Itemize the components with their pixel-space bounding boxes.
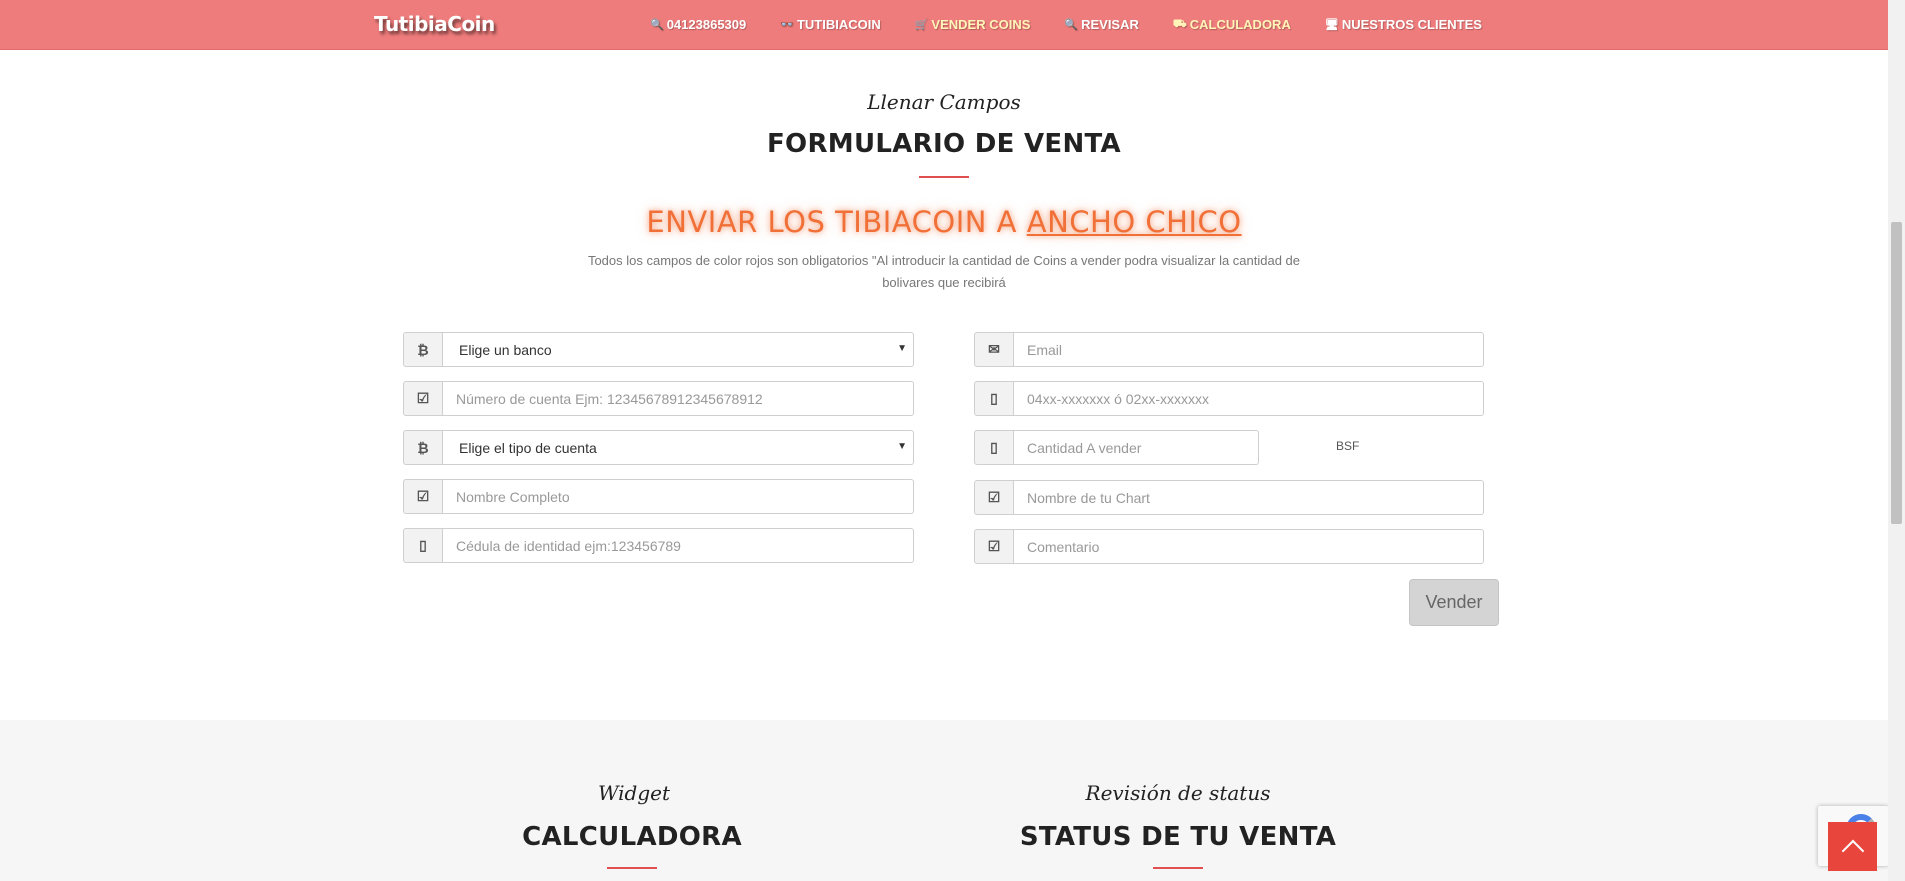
cart-icon: 🛒: [914, 19, 929, 31]
bank-select[interactable]: Elige un banco ▼: [443, 332, 914, 367]
nav-link-revisar[interactable]: 🔍 REVISAR: [1064, 17, 1139, 32]
edit-icon: ☑: [974, 480, 1014, 515]
nav-link-label: REVISAR: [1081, 17, 1139, 32]
chevron-up-icon: [1841, 839, 1864, 862]
bitcoin-icon: ₿: [403, 332, 443, 367]
status-script-title: Revisión de status: [1085, 781, 1271, 805]
full-name-group: ☑: [403, 479, 914, 514]
status-divider: [1153, 867, 1203, 869]
email-input[interactable]: [1014, 332, 1484, 367]
status-title: STATUS DE TU VENTA: [1019, 822, 1337, 852]
account-type-select-value: Elige el tipo de cuenta: [459, 439, 597, 456]
edit-icon: ☑: [403, 479, 443, 514]
phone-input[interactable]: [1014, 381, 1484, 416]
bitcoin-icon: ₿: [403, 430, 443, 465]
nav-link-calculadora[interactable]: ⛟ CALCULADORA: [1173, 17, 1291, 32]
amount-input[interactable]: [1014, 430, 1259, 465]
nav-links: 🔍 04123865309 👓 TUTIBIACOIN 🛒 VENDER COI…: [650, 17, 1516, 32]
widget-script-title: Widget: [597, 781, 671, 805]
nav-link-phone[interactable]: 🔍 04123865309: [650, 17, 746, 32]
search-icon: 🔍: [1064, 19, 1079, 31]
id-number-group: ▯: [403, 528, 914, 563]
bank-select-value: Elige un banco: [459, 341, 552, 358]
send-heading-prefix: ENVIAR LOS TIBIACOIN A: [646, 205, 1027, 239]
search-icon: 🔍: [650, 19, 664, 31]
comment-input[interactable]: [1014, 529, 1484, 564]
id-number-input[interactable]: [443, 528, 914, 563]
nav-link-label: 04123865309: [666, 17, 747, 32]
account-number-input[interactable]: [443, 381, 914, 416]
nav-link-vender-coins[interactable]: 🛒 VENDER COINS: [915, 17, 1031, 32]
nav-link-label: CALCULADORA: [1189, 17, 1291, 32]
bank-select-group: ₿ Elige un banco ▼: [403, 332, 914, 367]
currency-unit-label: BSF: [1336, 439, 1360, 453]
nav-link-tutibiacoin[interactable]: 👓 TUTIBIACOIN: [780, 17, 880, 32]
edit-icon: ☑: [974, 529, 1014, 564]
form-script-title: Llenar Campos: [867, 90, 1021, 114]
desktop-icon: 🖥: [1324, 19, 1339, 31]
phone-icon: ▯: [974, 430, 1014, 465]
title-divider: [919, 176, 969, 178]
full-name-input[interactable]: [443, 479, 914, 514]
chevron-down-icon: ▼: [897, 441, 907, 452]
calculator-title: CALCULADORA: [522, 822, 742, 852]
envelope-icon: ✉: [974, 332, 1014, 367]
account-number-group: ☑: [403, 381, 914, 416]
scrollbar-thumb[interactable]: [1891, 222, 1902, 524]
amount-group: ▯: [974, 430, 1259, 465]
phone-icon: ▯: [403, 528, 443, 563]
brand-logo[interactable]: TutibiaCoin: [374, 12, 495, 36]
nav-link-label: TUTIBIACOIN: [796, 17, 881, 32]
form-notice: Todos los campos de color rojos son obli…: [587, 253, 1301, 290]
edit-icon: ☑: [403, 381, 443, 416]
page-scrollbar[interactable]: [1888, 0, 1905, 881]
nav-link-label: VENDER COINS: [931, 17, 1031, 32]
phone-icon: ▯: [974, 381, 1014, 416]
account-type-select[interactable]: Elige el tipo de cuenta ▼: [443, 430, 914, 465]
back-to-top-button[interactable]: [1828, 822, 1877, 871]
top-navbar: TutibiaCoin 🔍 04123865309 👓 TUTIBIACOIN …: [0, 0, 1888, 50]
email-group: ✉: [974, 332, 1484, 367]
lower-section: [0, 720, 1888, 881]
sell-button[interactable]: Vender: [1409, 579, 1499, 626]
glasses-icon: 👓: [780, 19, 794, 31]
send-heading: ENVIAR LOS TIBIACOIN A ANCHO CHICO: [0, 205, 1888, 239]
char-name-input[interactable]: [1014, 480, 1484, 515]
nav-link-label: NUESTROS CLIENTES: [1341, 17, 1482, 32]
account-type-select-group: ₿ Elige el tipo de cuenta ▼: [403, 430, 914, 465]
nav-link-nuestros-clientes[interactable]: 🖥 NUESTROS CLIENTES: [1325, 17, 1482, 32]
send-heading-target[interactable]: ANCHO CHICO: [1027, 205, 1242, 239]
form-title: FORMULARIO DE VENTA: [767, 129, 1121, 159]
char-name-group: ☑: [974, 480, 1484, 515]
comment-group: ☑: [974, 529, 1484, 564]
chevron-down-icon: ▼: [897, 343, 907, 354]
calculator-divider: [607, 867, 657, 869]
calculator-icon: ⛟: [1172, 17, 1187, 30]
phone-group: ▯: [974, 381, 1484, 416]
